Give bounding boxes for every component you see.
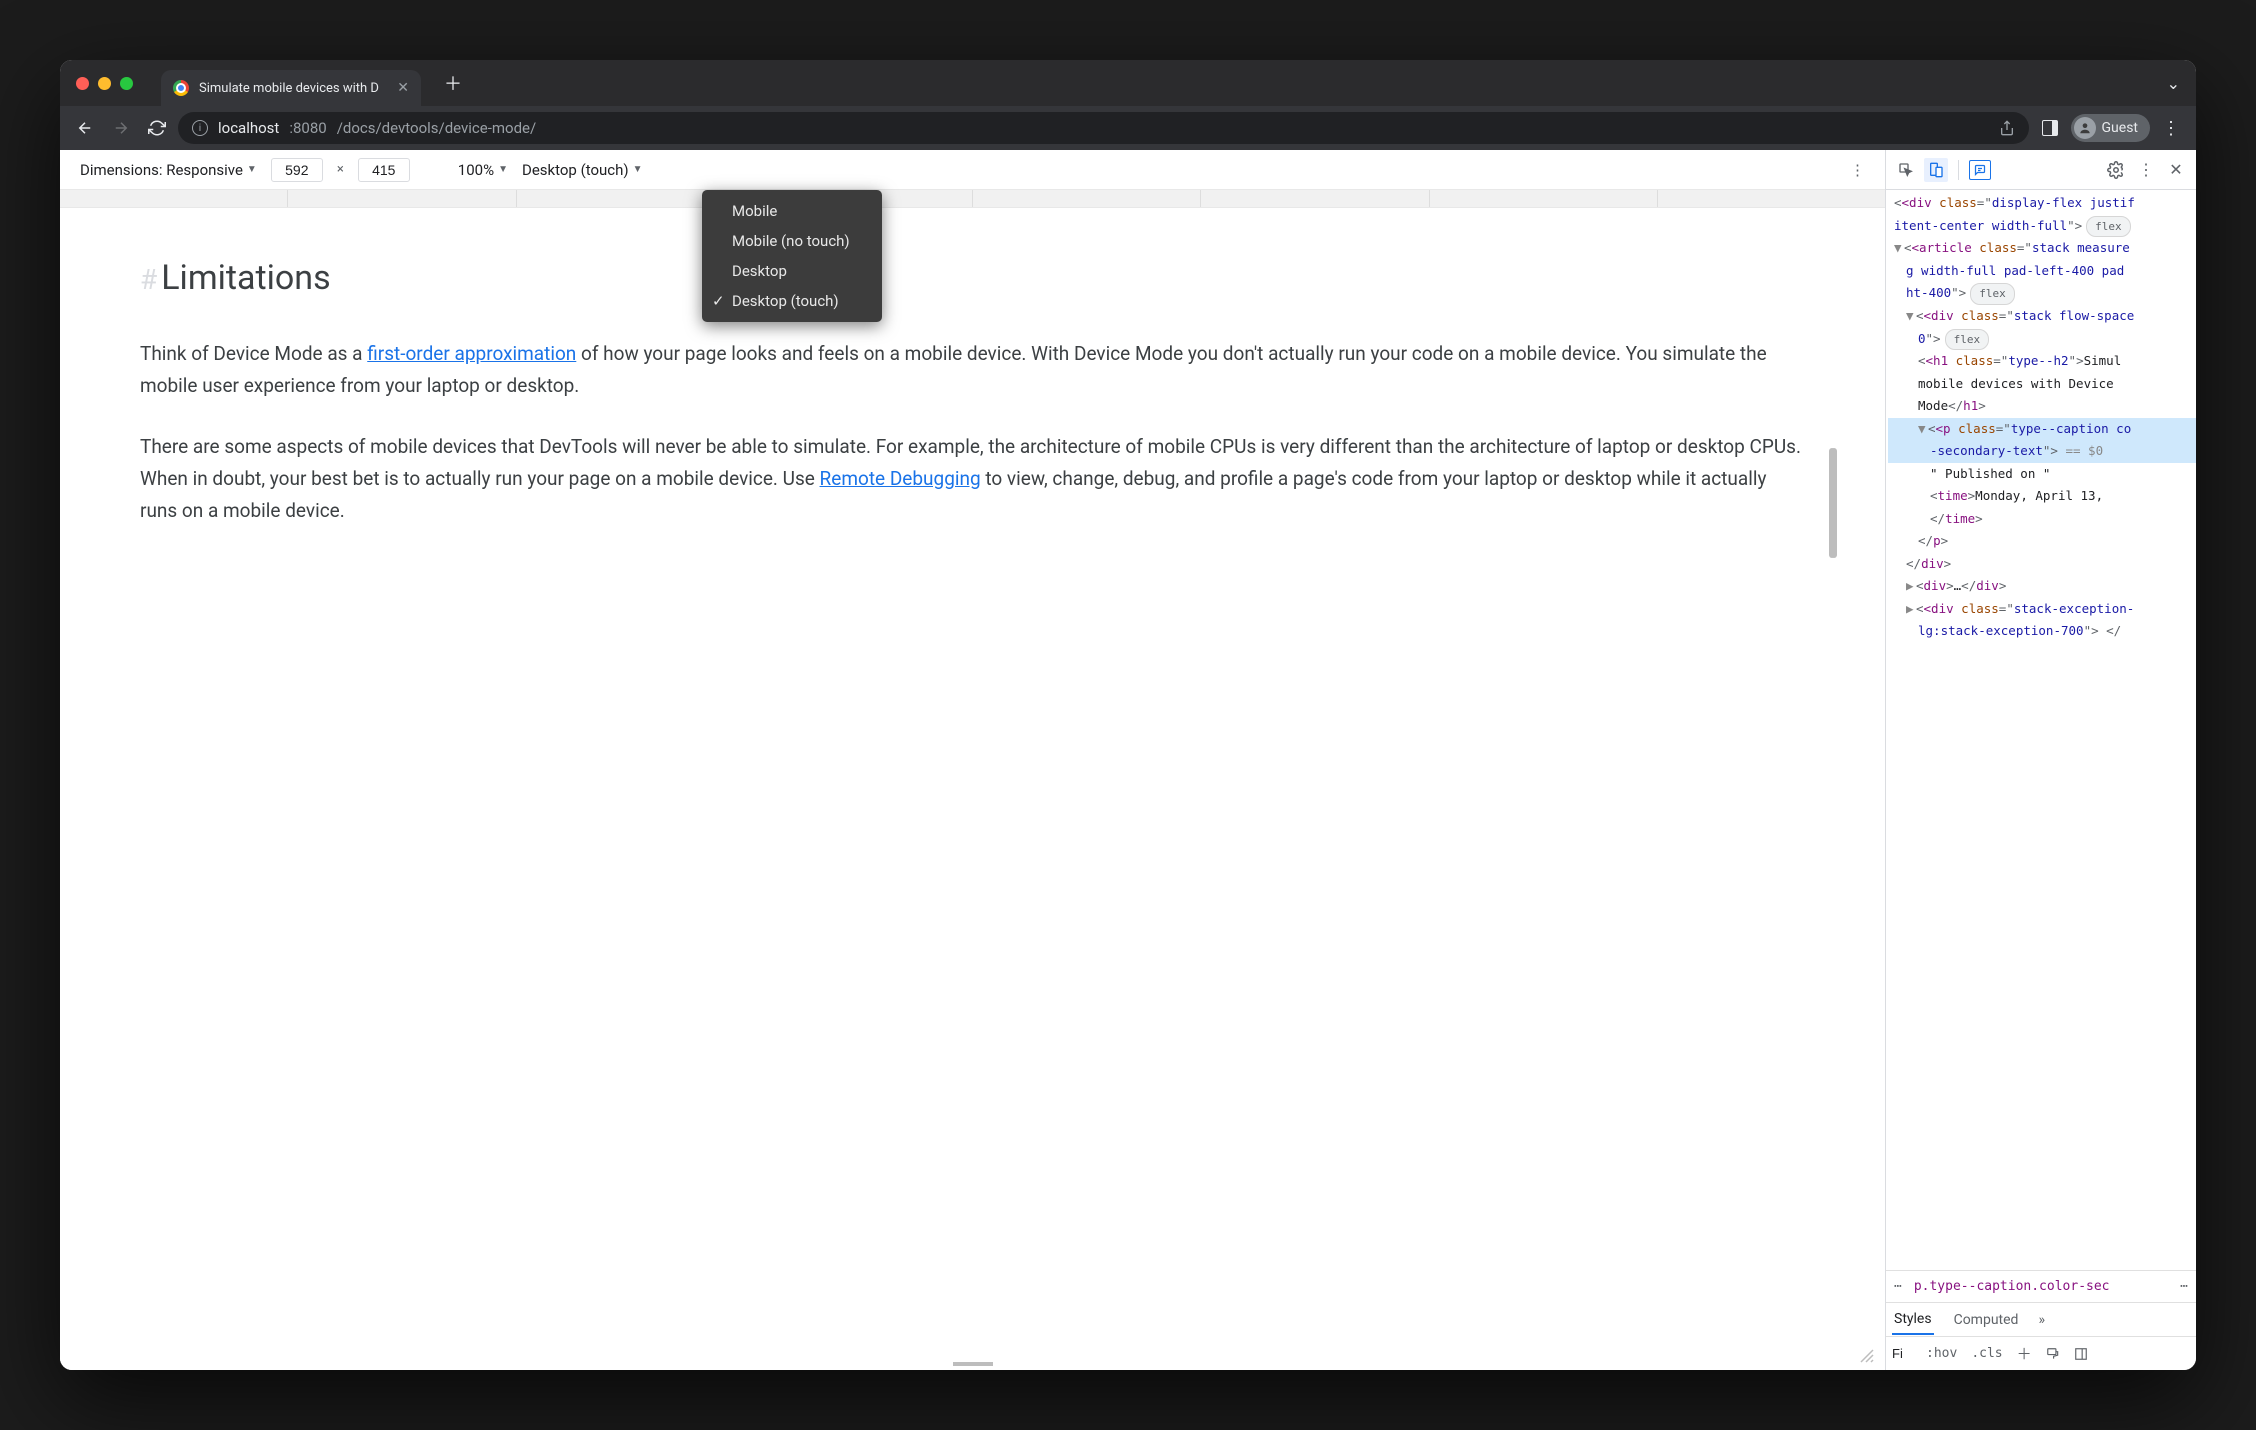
zoom-select[interactable]: 100% ▼ <box>458 161 508 179</box>
maximize-window-button[interactable] <box>120 77 133 90</box>
avatar-icon <box>2074 117 2096 139</box>
dimensions-select[interactable]: Dimensions: Responsive ▼ <box>80 161 257 179</box>
messages-button[interactable] <box>1969 160 1991 180</box>
new-tab-button[interactable]: ＋ <box>439 69 467 97</box>
page-content: #Limitations Think of Device Mode as a f… <box>140 258 1805 527</box>
settings-button[interactable] <box>2104 158 2128 182</box>
device-options-button[interactable]: ⋮ <box>1850 161 1865 179</box>
url-port: :8080 <box>289 119 326 137</box>
device-type-option-desktop-touch[interactable]: Desktop (touch) <box>702 286 882 316</box>
dropdown-icon: ▼ <box>498 164 508 175</box>
panel-icon <box>2042 120 2058 136</box>
remote-debugging-link[interactable]: Remote Debugging <box>820 467 981 490</box>
hash-icon: # <box>140 263 157 296</box>
tab-close-button[interactable]: ✕ <box>397 80 409 96</box>
site-info-icon[interactable]: i <box>192 120 208 136</box>
page-heading: #Limitations <box>140 258 1805 298</box>
styles-toolbar: :hov .cls ＋ <box>1886 1336 2196 1370</box>
tab-title: Simulate mobile devices with D <box>199 81 379 96</box>
tab-styles[interactable]: Styles <box>1892 1305 1934 1335</box>
window-controls <box>76 77 133 90</box>
device-type-option-desktop[interactable]: Desktop <box>702 256 882 286</box>
device-type-option-mobile-no-touch[interactable]: Mobile (no touch) <box>702 226 882 256</box>
add-rule-button[interactable]: ＋ <box>2017 1343 2032 1364</box>
chrome-favicon-icon <box>173 80 189 96</box>
share-icon[interactable] <box>1999 120 2015 136</box>
devtools-menu-button[interactable]: ⋮ <box>2134 158 2158 182</box>
corner-resize-handle[interactable] <box>1859 1348 1875 1364</box>
breadcrumb[interactable]: ⋯ p.type--caption.color-sec ⋯ <box>1886 1270 2196 1302</box>
dropdown-icon: ▼ <box>633 164 643 175</box>
device-mode-pane: Dimensions: Responsive ▼ × 100% ▼ Deskto… <box>60 150 1886 1370</box>
sidepanel-button[interactable] <box>2035 113 2065 143</box>
reload-button[interactable] <box>142 113 172 143</box>
forward-button[interactable] <box>106 113 136 143</box>
browser-tab[interactable]: Simulate mobile devices with D ✕ <box>161 70 421 106</box>
body: Dimensions: Responsive ▼ × 100% ▼ Deskto… <box>60 150 2196 1370</box>
computed-pane-icon[interactable] <box>2074 1347 2088 1361</box>
dimension-x: × <box>337 162 344 177</box>
paragraph-2: There are some aspects of mobile devices… <box>140 431 1805 528</box>
browser-window: Simulate mobile devices with D ✕ ＋ ⌄ i l… <box>60 60 2196 1370</box>
cls-button[interactable]: .cls <box>1971 1346 2002 1361</box>
omnibox[interactable]: i localhost :8080/docs/devtools/device-mo… <box>178 112 2029 144</box>
breadcrumb-prev[interactable]: ⋯ <box>1894 1279 1902 1294</box>
url-toolbar: i localhost :8080/docs/devtools/device-mo… <box>60 106 2196 150</box>
dimensions-label: Dimensions: Responsive <box>80 161 243 179</box>
first-order-approximation-link[interactable]: first-order approximation <box>367 342 576 365</box>
dropdown-icon: ▼ <box>247 164 257 175</box>
inspect-element-button[interactable] <box>1894 158 1918 182</box>
hov-button[interactable]: :hov <box>1926 1346 1957 1361</box>
devtools-close-button[interactable]: ✕ <box>2164 158 2188 182</box>
styles-tabs: Styles Computed » <box>1886 1302 2196 1336</box>
device-type-value: Desktop (touch) <box>522 161 629 179</box>
device-viewport: #Limitations Think of Device Mode as a f… <box>60 208 1885 1370</box>
device-toolbar: Dimensions: Responsive ▼ × 100% ▼ Deskto… <box>60 150 1885 190</box>
tabs-menu-button[interactable]: ⌄ <box>2167 74 2180 93</box>
viewport-resize-handle[interactable] <box>953 1362 993 1366</box>
paragraph-1: Think of Device Mode as a first-order ap… <box>140 338 1805 403</box>
profile-button[interactable]: Guest <box>2071 114 2150 142</box>
paint-icon[interactable] <box>2046 1347 2060 1361</box>
device-type-dropdown: Mobile Mobile (no touch) Desktop Desktop… <box>702 190 882 322</box>
url-host: localhost <box>218 119 279 137</box>
back-button[interactable] <box>70 113 100 143</box>
heading-text: Limitations <box>161 258 330 298</box>
breadcrumb-next[interactable]: ⋯ <box>2180 1279 2188 1294</box>
close-window-button[interactable] <box>76 77 89 90</box>
device-type-select[interactable]: Desktop (touch) ▼ <box>522 161 643 179</box>
tab-computed[interactable]: Computed <box>1952 1306 2021 1334</box>
height-input[interactable] <box>358 158 410 182</box>
width-input[interactable] <box>271 158 323 182</box>
minimize-window-button[interactable] <box>98 77 111 90</box>
styles-filter-input[interactable] <box>1892 1346 1912 1361</box>
tabs-more[interactable]: » <box>2038 1312 2045 1328</box>
devtools-toolbar: ⋮ ✕ <box>1886 150 2196 190</box>
viewport-scrollbar[interactable] <box>1831 448 1837 558</box>
url-path: /docs/devtools/device-mode/ <box>337 119 537 137</box>
browser-menu-button[interactable]: ⋮ <box>2156 118 2186 139</box>
breadcrumb-current[interactable]: p.type--caption.color-sec <box>1914 1279 2168 1294</box>
titlebar: Simulate mobile devices with D ✕ ＋ ⌄ <box>60 60 2196 106</box>
toggle-device-toolbar-button[interactable] <box>1924 158 1948 182</box>
device-ruler[interactable] <box>60 190 1885 208</box>
devtools-pane: ⋮ ✕ <<div class="display-flex justif ite… <box>1886 150 2196 1370</box>
elements-panel[interactable]: <<div class="display-flex justif itent-c… <box>1886 190 2196 1270</box>
device-type-option-mobile[interactable]: Mobile <box>702 196 882 226</box>
profile-label: Guest <box>2102 120 2138 136</box>
zoom-value: 100% <box>458 161 494 179</box>
